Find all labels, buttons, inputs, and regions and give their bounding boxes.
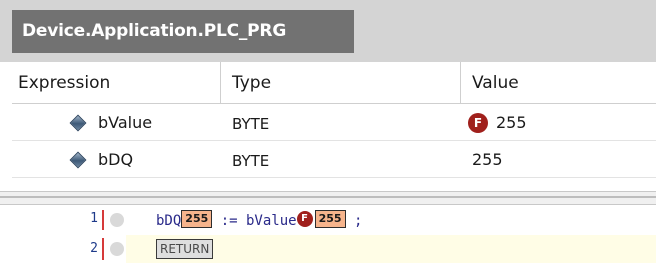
variable-diamond-icon [69,114,87,132]
code-var-bvalue: bValue [245,213,297,229]
row-expression: bDQ [98,150,134,169]
breakpoint-dot-icon[interactable] [110,242,124,256]
assign-operator: := [212,213,246,229]
return-keyword: RETURN [156,239,214,259]
row-type: BYTE [232,152,270,170]
forced-f-icon: F [296,211,313,227]
line-number: 2 [90,241,98,256]
row-value[interactable]: 255 [472,141,503,178]
code-line-2[interactable]: RETURN [126,235,656,263]
table-row[interactable]: bValue BYTE F 255 [12,104,656,141]
pane-splitter[interactable] [0,191,656,205]
splitter-line [0,196,656,198]
row-type: BYTE [232,115,270,133]
table-header: Expression Type Value [12,62,656,104]
code-line-1[interactable]: bDQ 255 := bValue F 255 ; [126,208,656,234]
editor-gutter [0,205,126,275]
code-text: RETURN [156,236,214,262]
tab-plc-prg[interactable]: Device.Application.PLC_PRG [12,10,354,53]
table-row[interactable]: bDQ BYTE 255 [12,141,656,178]
column-header-type[interactable]: Type [232,62,271,104]
column-divider[interactable] [220,62,221,104]
code-text: bDQ 255 := bValue F 255 ; [156,208,362,234]
line-marker [102,210,104,230]
inline-value-bdq[interactable]: 255 [181,210,213,228]
forced-f-icon: F [468,113,488,133]
variable-diamond-icon [69,151,87,169]
column-header-value[interactable]: Value [472,62,519,104]
line-marker [102,238,104,260]
inline-value-bvalue[interactable]: 255 [314,210,346,228]
watch-panel: Device.Application.PLC_PRG Expression Ty… [0,0,656,191]
watch-table: Expression Type Value bValue BYTE F 255 … [12,62,656,186]
panel-titlebar: Device.Application.PLC_PRG [0,0,656,62]
statement-terminator: ; [345,213,363,229]
row-expression: bValue [98,113,153,132]
column-header-expression[interactable]: Expression [18,62,110,104]
code-var-bdq: bDQ [156,213,182,229]
breakpoint-dot-icon[interactable] [110,213,124,227]
row-value[interactable]: 255 [496,104,527,141]
line-number: 1 [90,211,98,226]
code-editor[interactable]: 1 bDQ 255 := bValue F 255 ; 2 RETURN [0,205,656,275]
column-divider[interactable] [460,62,461,104]
